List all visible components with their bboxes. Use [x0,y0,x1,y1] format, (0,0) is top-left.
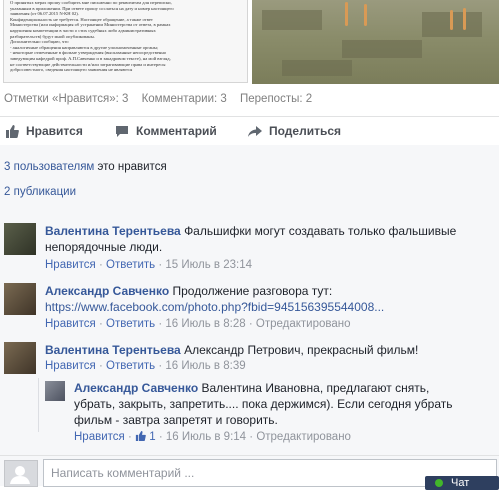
comment-timestamp[interactable]: 16 Июль в 8:39 [165,360,245,372]
post-media: О принятых мерах прошу сообщить мне пись… [0,0,499,84]
comment-reply-link[interactable]: Ответить [106,318,155,330]
comment-timestamp[interactable]: 16 Июль в 8:28 [165,318,245,330]
chat-icon [435,479,443,487]
likes-summary-text: это нравится [97,161,167,173]
comment-text: Продолжение разговора тут: [172,284,333,298]
likes-summary: 3 пользователям это нравится [0,145,499,182]
like-button-label: Нравится [26,124,83,138]
comment-reply-link[interactable]: Ответить [106,259,155,271]
comment-button-label: Комментарий [136,124,217,138]
avatar[interactable] [4,342,36,374]
comment-button[interactable]: Комментарий [115,124,217,138]
comment-body: Валентина Терентьева Александр Петрович,… [45,342,495,358]
comment-author[interactable]: Александр Савченко [45,284,169,298]
thumbs-up-icon [6,124,19,138]
post-stats: Отметки «Нравится»: 3 Комментарии: 3 Пер… [4,93,322,105]
comment-timestamp[interactable]: 16 Июль в 9:14 [166,431,246,443]
comment-text: убрать, закрыть, запретить.... пока держ… [74,397,453,411]
share-button-label: Поделиться [269,124,342,138]
comment-text: Александр Петрович, прекрасный фильм! [184,343,419,357]
chat-popup-button[interactable]: Чат [425,476,499,490]
avatar[interactable] [45,381,65,401]
like-count[interactable]: 1 [149,431,155,443]
like-button[interactable]: Нравится [5,124,83,138]
likers-link[interactable]: 3 пользователям [4,161,94,173]
comment-input-placeholder: Написать комментарий ... [51,466,195,480]
document-line: добросовестного, сведения настоящего зая… [10,67,133,73]
comment-body: Валентина Терентьева Фальшифки могут соз… [45,223,495,239]
comment-meta: Нравится · Ответить · 16 Июль в 8:39 [45,360,246,372]
comment-icon [116,125,128,137]
shares-count[interactable]: Перепосты: 2 [240,93,312,105]
comment-link[interactable]: https://www.facebook.com/photo.php?fbid=… [45,299,384,315]
user-silhouette-icon [10,466,30,484]
share-icon [248,125,262,137]
post-actions-bar: Нравится Комментарий Поделиться [0,116,499,146]
comment-like-link[interactable]: Нравится [45,259,96,271]
reply-thread-line [38,378,39,432]
shares-summary: 2 публикации [0,181,499,207]
photo-image[interactable] [252,0,499,84]
comment-like-link[interactable]: Нравится [45,318,96,330]
comment-text: непорядочные люди. [45,240,163,254]
comment-text: Валентина Ивановна, предлагают снять, [201,381,430,395]
comment-meta: Нравится · Ответить · 16 Июль в 8:28 · О… [45,318,351,330]
comment-reply-link[interactable]: Ответить [106,360,155,372]
comments-count[interactable]: Комментарии: 3 [142,93,227,105]
comment-body: Александр Савченко Продолжение разговора… [45,283,495,299]
comment-author[interactable]: Валентина Терентьева [45,224,181,238]
comment-timestamp[interactable]: 15 Июль в 23:14 [165,259,252,271]
current-user-avatar [4,460,38,487]
comment-meta: Нравится · 1 · 16 Июль в 9:14 · Отредакт… [74,431,351,443]
shares-link[interactable]: 2 публикации [4,186,76,198]
avatar[interactable] [4,223,36,255]
chat-popup-label: Чат [451,477,470,489]
comment-like-link[interactable]: Нравится [45,360,96,372]
comment-author[interactable]: Валентина Терентьева [45,343,181,357]
edited-label[interactable]: Отредактировано [256,431,351,443]
share-button[interactable]: Поделиться [248,124,341,138]
avatar[interactable] [4,283,36,315]
comment-author[interactable]: Александр Савченко [74,381,198,395]
comment-body: Александр Савченко Валентина Ивановна, п… [74,380,495,396]
likes-count-link[interactable]: Отметки «Нравится»: 3 [4,93,128,105]
comment-text: фильм - завтра запретят и говорить. [74,413,278,427]
like-count-icon [135,431,146,441]
comment-meta: Нравится · Ответить · 15 Июль в 23:14 [45,259,253,271]
comment-like-link[interactable]: Нравится [74,431,125,443]
edited-label[interactable]: Отредактировано [256,318,351,330]
comment-text: Фальшифки могут создавать только фальшив… [184,224,457,238]
document-image[interactable]: О принятых мерах прошу сообщить мне пись… [3,0,248,83]
